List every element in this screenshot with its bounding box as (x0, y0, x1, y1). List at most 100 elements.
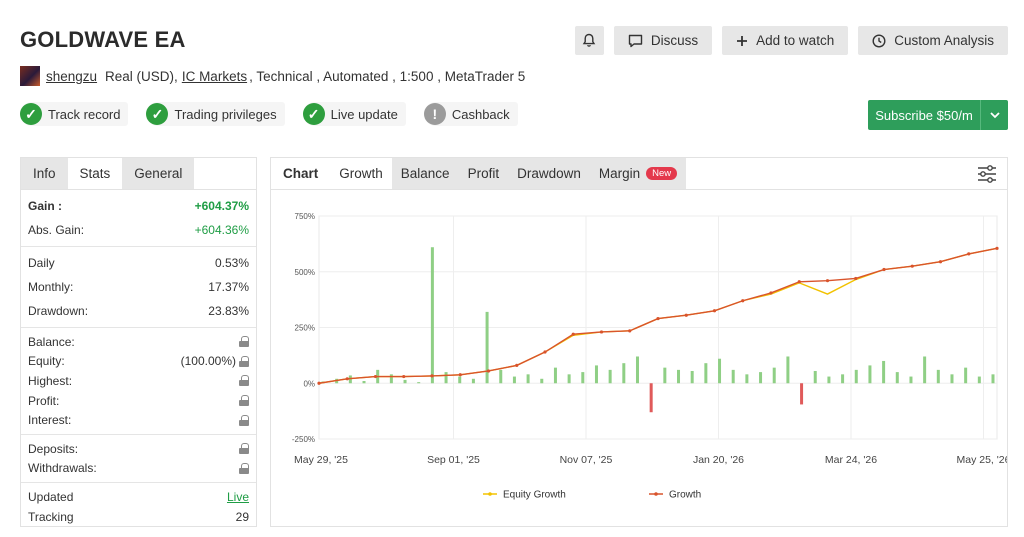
stat-label: Interest: (28, 413, 72, 428)
stats-tabs: Info Stats General (21, 158, 256, 190)
filter-settings-icon[interactable] (977, 165, 997, 183)
stat-tracking: Tracking 29 (28, 507, 249, 527)
stat-updated: Updated Live (28, 487, 249, 507)
stat-label: Gain : (28, 199, 63, 213)
bar (430, 247, 434, 384)
tab-margin[interactable]: Margin New (589, 158, 687, 189)
stat-value: 23.83% (208, 304, 249, 318)
tab-info[interactable]: Info (21, 158, 68, 189)
tab-stats[interactable]: Stats (67, 158, 123, 189)
bar (909, 376, 913, 384)
plus-icon (737, 35, 748, 46)
stat-value: +604.36% (194, 223, 249, 237)
bar (499, 369, 503, 384)
badge-trading-privileges: ✓ Trading privileges (146, 102, 285, 126)
bar (977, 376, 981, 384)
badge-live-update: ✓ Live update (302, 102, 406, 126)
stat-daily: Daily 0.53% (28, 251, 249, 275)
check-icon: ✓ (20, 103, 42, 125)
verification-badges: ✓ Track record ✓ Trading privileges ✓ Li… (20, 102, 518, 126)
tab-margin-label: Margin (598, 166, 641, 181)
bar (649, 383, 653, 413)
stat-label: Highest: (28, 373, 73, 388)
bar (841, 374, 845, 384)
lock-icon (239, 355, 249, 367)
growth-line-point (938, 260, 943, 264)
growth-line-point (486, 369, 491, 373)
growth-line-point (345, 377, 349, 381)
growth-line-point (628, 329, 632, 333)
bar (895, 372, 899, 384)
badge-track-record: ✓ Track record (20, 102, 129, 126)
tab-growth[interactable]: Growth (330, 158, 392, 189)
bar (594, 365, 598, 384)
growth-line-point (571, 332, 575, 336)
bar (923, 356, 927, 384)
bar (827, 376, 831, 384)
top-actions: Discuss Add to watch Custom Analysis (574, 26, 1008, 55)
bar (471, 378, 475, 384)
discuss-button[interactable]: Discuss (613, 26, 713, 55)
add-to-watch-button[interactable]: Add to watch (722, 26, 849, 55)
bar (936, 369, 940, 384)
bar (718, 358, 722, 384)
growth-line-point (317, 381, 321, 385)
bar (635, 356, 639, 384)
growth-line-point (684, 313, 688, 317)
avatar[interactable] (20, 66, 40, 86)
subscribe-dropdown[interactable] (980, 100, 1008, 130)
lock-icon (239, 375, 249, 387)
subscribe-button[interactable]: Subscribe $50/m (868, 100, 1008, 130)
legend-marker (488, 492, 492, 496)
tab-chart[interactable]: Chart (271, 158, 331, 189)
stat-label: Balance: (28, 334, 75, 349)
tab-drawdown[interactable]: Drawdown (508, 158, 590, 189)
stat-value: (100.00%) (180, 354, 236, 369)
growth-line-point (656, 316, 660, 321)
growth-line-point (769, 291, 773, 295)
bar (403, 379, 407, 384)
bar (677, 369, 681, 384)
stat-label: Updated (28, 489, 74, 504)
stat-profit: Profit: (28, 391, 249, 411)
stat-label: Daily (28, 256, 55, 270)
stat-label: Drawdown: (28, 304, 89, 318)
subscribe-label: Subscribe $50/m (875, 107, 973, 123)
lock-icon (239, 443, 249, 455)
exclamation-icon: ! (423, 103, 446, 125)
badge-label: Track record (48, 106, 121, 122)
watch-label: Add to watch (756, 33, 835, 48)
growth-line-point (797, 280, 801, 284)
stat-value: 29 (235, 509, 249, 524)
stat-highest: Highest: (28, 371, 249, 391)
tab-general[interactable]: General (122, 158, 195, 189)
stat-label: Tracking (28, 509, 74, 524)
x-tick-label: Sep 01, '25 (427, 454, 480, 466)
bar (854, 369, 858, 384)
notifications-button[interactable] (574, 26, 604, 55)
x-tick-label: Mar 24, '26 (825, 454, 877, 466)
tab-profit[interactable]: Profit (458, 158, 509, 189)
author-link[interactable]: shengzu (46, 69, 97, 84)
bar (786, 356, 790, 384)
stat-monthly: Monthly: 17.37% (28, 275, 249, 299)
stat-value[interactable]: Live (227, 490, 249, 504)
tab-balance[interactable]: Balance (391, 158, 459, 189)
bar (553, 367, 557, 384)
growth-line-point (825, 279, 830, 283)
growth-line-point (543, 350, 547, 354)
stat-label: Abs. Gain: (28, 223, 85, 237)
stat-drawdown: Drawdown: 23.83% (28, 299, 249, 323)
broker-link[interactable]: IC Markets (182, 69, 247, 84)
bar (622, 363, 626, 384)
discuss-label: Discuss (650, 33, 699, 48)
bar (362, 381, 366, 384)
custom-analysis-button[interactable]: Custom Analysis (858, 26, 1008, 55)
badge-label: Cashback (451, 106, 510, 122)
stat-label: Withdrawals: (28, 461, 97, 476)
growth-line-point (741, 299, 745, 303)
y-tick-label: -250% (292, 435, 315, 444)
growth-line-point (882, 267, 886, 272)
bar (540, 378, 544, 384)
bar (882, 360, 886, 384)
